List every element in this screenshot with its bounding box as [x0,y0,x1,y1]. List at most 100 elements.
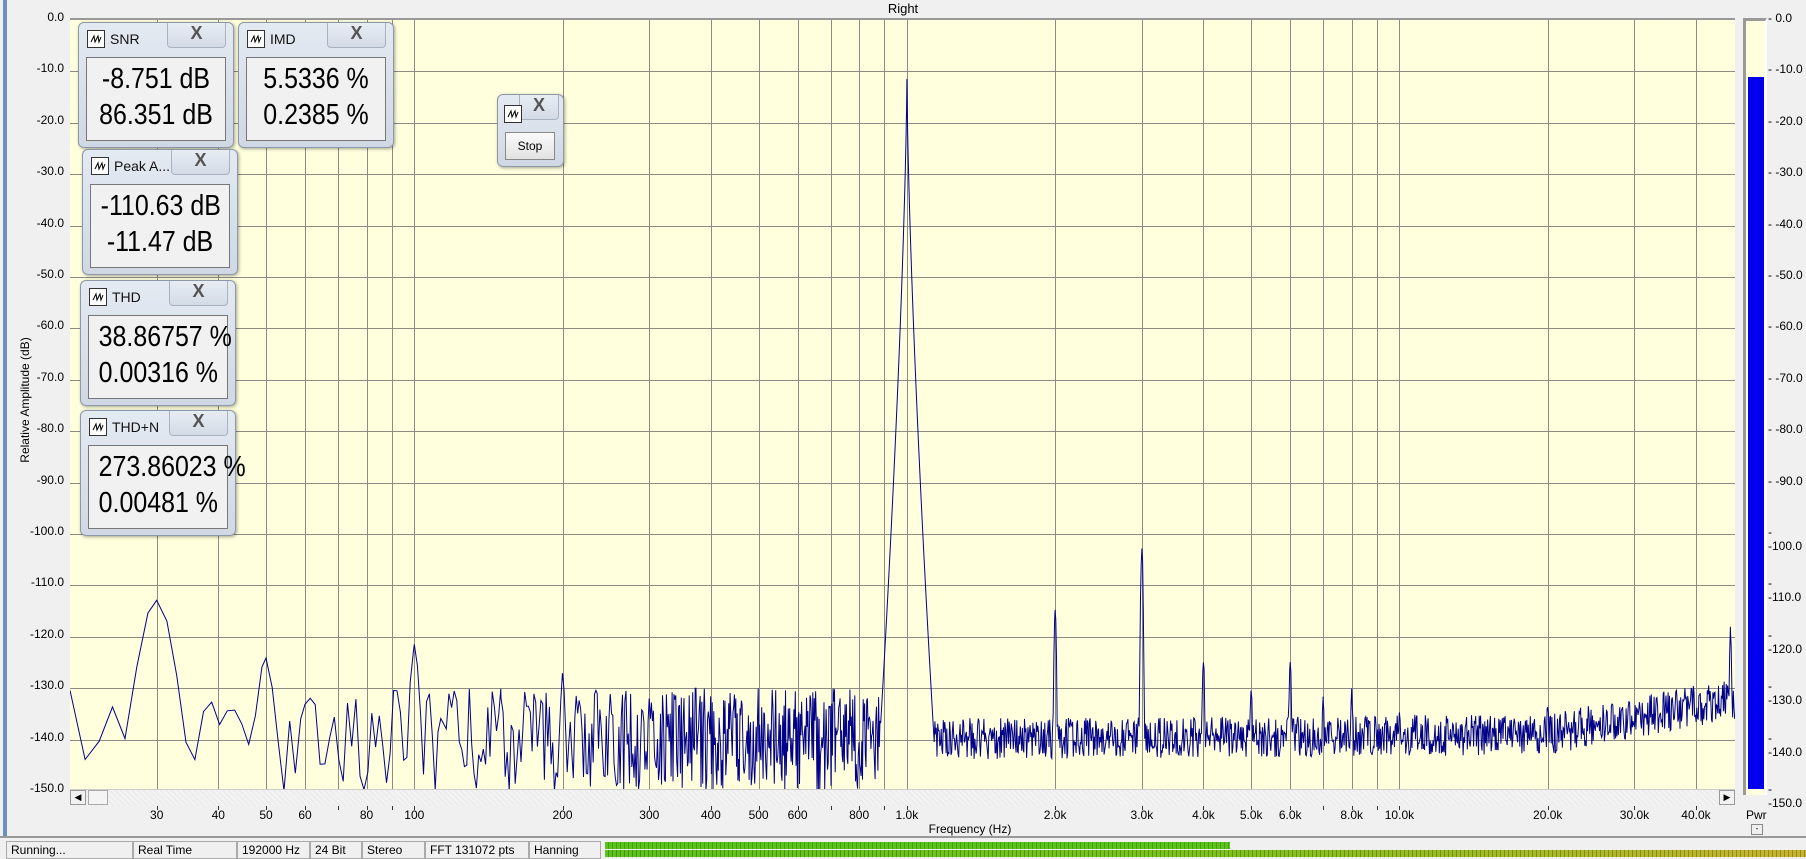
widget-value: -8.751 dB [101,63,211,95]
waveform-icon [504,105,522,123]
x-tick-mark [831,806,832,810]
x-tick-label: 400 [700,808,721,822]
waveform-icon [87,30,105,48]
widget-title: Peak A... [114,158,171,174]
x-tick-label: 1.0k [895,808,919,822]
scroll-right-button[interactable]: ▶ [1719,790,1735,805]
x-tick-label: 30.0k [1619,808,1650,822]
x-tick-label: 800 [849,808,870,822]
x-tick-label: 100 [404,808,425,822]
y-axis-label: Relative Amplitude (dB) [18,337,32,463]
y-tick-label: -100.0 [29,524,64,538]
meter-tick-label: - -70.0 [1768,370,1803,385]
stop-widget[interactable]: X Stop [497,94,564,167]
thd-widget[interactable]: THD X 38.86757 % 0.00316 % [80,280,236,406]
status-fft-size: FFT 131072 pts [425,841,529,859]
status-sample-rate: 192000 Hz [237,841,310,859]
close-icon[interactable]: X [171,150,230,175]
meter-tick-label: - -20.0 [1768,113,1803,128]
y-tick-label: -70.0 [36,369,64,384]
meter-tick-label: - -10.0 [1768,62,1803,77]
meter-label: Pwr [1746,808,1767,822]
widget-value: 38.86757 % [98,321,232,353]
x-tick-label: 8.0k [1340,808,1364,822]
x-tick-label: 5.0k [1239,808,1263,822]
close-icon[interactable]: X [169,411,228,436]
widget-value: -11.47 dB [106,226,214,258]
x-tick-mark [392,806,393,810]
x-tick-label: 50 [259,808,273,822]
status-channels: Stereo [362,841,425,859]
scroll-thumb[interactable] [88,790,108,805]
y-tick-label: -90.0 [36,472,64,487]
widget-title: THD [112,289,141,305]
status-bar: Running... Real Time 192000 Hz 24 Bit St… [0,836,1806,859]
x-tick-label: 300 [639,808,660,822]
meter-tick-label: - -60.0 [1768,319,1803,334]
close-icon[interactable]: X [167,23,226,48]
widget-title: THD+N [112,419,160,435]
peak-amplitude-widget[interactable]: Peak A... X -110.63 dB -11.47 dB [82,149,238,275]
x-tick-label: 4.0k [1192,808,1215,822]
imd-widget[interactable]: IMD X 5.5336 % 0.2385 % [238,22,394,148]
meter-tick-label: - -120.0 [1768,627,1803,656]
x-tick-label: 60 [298,808,312,822]
x-tick-label: 80 [359,808,374,822]
x-tick-label: 40 [211,808,225,822]
meter-tick-label: - -140.0 [1768,730,1803,759]
y-tick-label: -150.0 [29,781,64,795]
power-meter-fill [1748,76,1764,789]
stop-button[interactable]: Stop [505,132,555,160]
snr-widget[interactable]: SNR X -8.751 dB 86.351 dB [78,22,234,148]
x-tick-mark [1323,806,1324,810]
input-level-meter-top [605,842,1230,849]
waveform-icon [247,30,265,48]
scroll-left-button[interactable]: ◀ [70,790,86,805]
meter-collapse-button[interactable]: - [1751,824,1763,835]
x-tick-label: 500 [748,808,769,822]
status-bit-depth: 24 Bit [310,841,362,859]
thd-n-widget[interactable]: THD+N X 273.86023 % 0.00481 % [80,410,246,536]
meter-tick-label: - -100.0 [1768,525,1803,553]
x-tick-mark [338,806,339,810]
y-tick-label: -60.0 [36,318,64,333]
x-tick-label: 200 [552,808,573,822]
x-tick-label: 2.0k [1043,808,1067,822]
x-tick-label: 20.0k [1533,808,1563,822]
close-icon[interactable]: X [327,23,386,48]
widget-title: SNR [110,31,140,47]
spectrum-trace [70,79,1735,791]
widget-value: 0.00481 % [98,487,218,519]
waveform-icon [89,418,107,436]
waveform-icon [91,157,109,175]
meter-tick-label: - -110.0 [1768,576,1802,605]
meter-tick-label: - -40.0 [1768,216,1803,231]
meter-tick-label: - -50.0 [1768,268,1803,282]
x-axis-label: Frequency (Hz) [928,822,1012,836]
x-tick-label: 10.0k [1384,808,1415,822]
meter-tick-label: - -150.0 [1768,782,1803,810]
horizontal-scrollbar[interactable]: ◀ ▶ [70,789,1735,806]
status-window: Hanning [529,841,601,859]
input-level-meter-bottom [605,850,1806,857]
widget-value: 273.86023 % [98,451,246,483]
meter-tick-label: - -90.0 [1768,473,1803,488]
chart-title: Right [887,1,919,16]
x-tick-mark [884,806,885,810]
y-tick-label: -30.0 [36,164,64,179]
y-tick-label: -110.0 [30,575,64,590]
meter-tick-label: - 0.0 [1768,11,1793,25]
close-icon[interactable]: X [169,281,228,306]
widget-value: -110.63 dB [100,190,221,222]
y-tick-label: 0.0 [47,10,64,24]
x-tick-label: 600 [787,808,808,822]
widget-value: 5.5336 % [263,63,369,95]
meter-tick-label: - -30.0 [1768,165,1803,180]
y-tick-label: -130.0 [29,678,64,693]
waveform-icon [89,288,107,306]
widget-value: 0.00316 % [98,357,218,389]
x-tick-mark [1377,806,1378,810]
widget-value: 0.2385 % [263,99,369,131]
close-icon[interactable]: X [519,95,559,120]
x-tick-label: 3.0k [1130,808,1154,822]
